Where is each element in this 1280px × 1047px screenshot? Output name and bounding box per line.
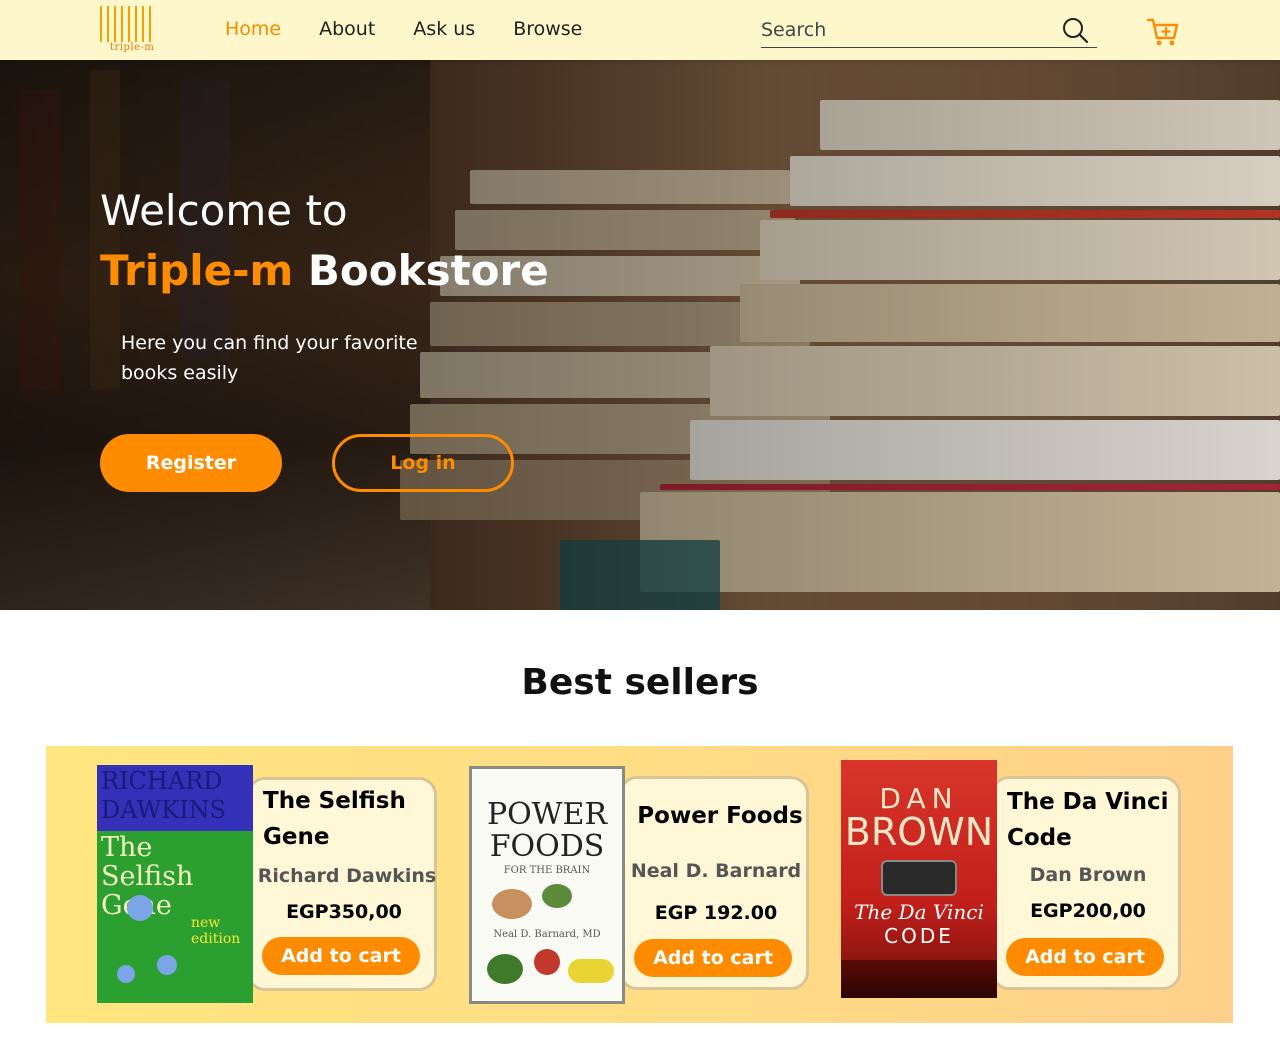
hero-title-welcome: Welcome to bbox=[100, 186, 348, 235]
cover-title: The Da Vinci bbox=[854, 900, 984, 924]
hero-banner: Welcome to Triple-m Bookstore Here you c… bbox=[0, 60, 1280, 610]
cover-title-main: FOODS bbox=[489, 829, 605, 864]
cover-subtitle: FOR THE BRAIN bbox=[503, 865, 591, 876]
book-author: Richard Dawkins bbox=[257, 865, 437, 887]
cover-author: Neal D. Barnard, MD bbox=[493, 929, 601, 940]
cover-title-top: POWER bbox=[486, 797, 608, 832]
main-nav: Home About Ask us Browse bbox=[225, 18, 620, 40]
hero-subtitle: Here you can find your favorite books ea… bbox=[121, 332, 418, 384]
site-logo[interactable]: triple-m bbox=[100, 6, 160, 56]
hero-title-brand: Triple-m Bookstore bbox=[100, 246, 549, 295]
cover-author-text: RICHARD DAWKINS bbox=[101, 767, 227, 824]
add-to-cart-button[interactable]: Add to cart bbox=[1006, 938, 1164, 976]
brand-name: Triple-m bbox=[100, 246, 294, 295]
book-cover-da-vinci-code[interactable]: DAN BROWN The Da Vinci CODE bbox=[841, 760, 997, 998]
book-price: EGP200,00 bbox=[1030, 900, 1146, 922]
cover-author-last: BROWN bbox=[844, 810, 994, 854]
book-title: Power Foods bbox=[637, 803, 803, 829]
cover-title-code: CODE bbox=[884, 924, 954, 948]
book-cover-selfish-gene[interactable]: RICHARD DAWKINS The Selfish Gene new edi… bbox=[97, 765, 253, 1003]
nav-ask-us[interactable]: Ask us bbox=[413, 18, 475, 40]
brand-suffix: Bookstore bbox=[293, 246, 549, 295]
logo-text: triple-m bbox=[110, 42, 155, 53]
search-icon[interactable] bbox=[1061, 16, 1089, 44]
search-bar bbox=[761, 14, 1097, 48]
register-button[interactable]: Register bbox=[100, 434, 282, 492]
book-cover-power-foods[interactable]: POWER FOODS FOR THE BRAIN Neal D. Barnar… bbox=[469, 766, 625, 1004]
best-sellers-heading: Best sellers bbox=[521, 662, 759, 703]
login-button[interactable]: Log in bbox=[332, 434, 514, 492]
book-title: The Selfish Gene bbox=[263, 788, 406, 850]
best-sellers-carousel: RICHARD DAWKINS The Selfish Gene new edi… bbox=[46, 746, 1233, 1023]
book-title: The Da Vinci Code bbox=[1007, 789, 1169, 851]
add-to-cart-button[interactable]: Add to cart bbox=[262, 937, 420, 975]
top-navbar: triple-m Home About Ask us Browse bbox=[0, 0, 1280, 60]
book-price: EGP350,00 bbox=[286, 901, 402, 923]
cart-plus-icon[interactable] bbox=[1146, 16, 1180, 48]
search-input[interactable] bbox=[761, 14, 1051, 46]
book-price: EGP 192.00 bbox=[654, 902, 778, 924]
book-author: Neal D. Barnard bbox=[630, 860, 802, 882]
nav-about[interactable]: About bbox=[319, 18, 375, 40]
logo-bars bbox=[100, 6, 151, 42]
book-author: Dan Brown bbox=[1029, 864, 1147, 886]
nav-home[interactable]: Home bbox=[225, 18, 281, 40]
cover-title-text: The Selfish Gene bbox=[101, 832, 194, 920]
nav-browse[interactable]: Browse bbox=[513, 18, 582, 40]
cover-badge-text: new edition bbox=[191, 915, 241, 947]
add-to-cart-button[interactable]: Add to cart bbox=[634, 939, 792, 977]
